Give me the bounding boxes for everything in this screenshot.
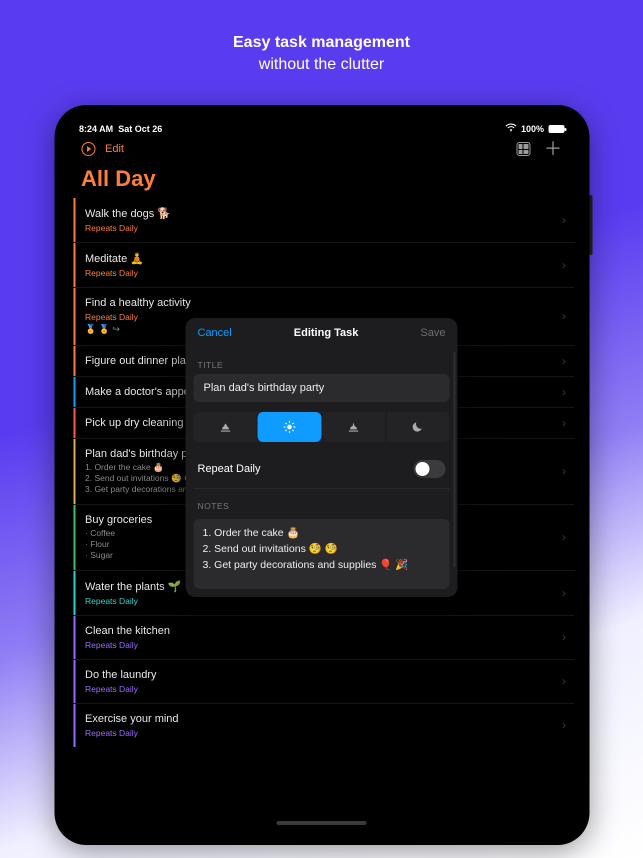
chevron-right-icon: › xyxy=(562,416,566,430)
task-repeats-label: Repeats Daily xyxy=(85,596,560,606)
section-label-notes: NOTES xyxy=(186,489,458,515)
section-label-title: TITLE xyxy=(186,348,458,374)
marketing-copy: Easy task management without the clutter xyxy=(0,32,643,76)
screen: 8:24 AM Sat Oct 26 100% xyxy=(69,120,574,830)
chevron-right-icon: › xyxy=(562,630,566,644)
repeat-daily-toggle[interactable] xyxy=(414,460,446,478)
notes-input[interactable]: 1. Order the cake 🎂 2. Send out invitati… xyxy=(194,519,450,589)
task-repeats-label: Repeats Daily xyxy=(85,684,560,694)
scrollbar[interactable] xyxy=(454,352,456,567)
task-row[interactable]: Clean the kitchen Repeats Daily› xyxy=(73,616,574,659)
modal-title: Editing Task xyxy=(294,327,359,339)
task-repeats-label: Repeats Daily xyxy=(85,223,560,233)
chevron-right-icon: › xyxy=(562,213,566,227)
battery-percent: 100% xyxy=(521,124,544,134)
task-repeats-label: Repeats Daily xyxy=(85,640,560,650)
repeat-daily-row: Repeat Daily xyxy=(194,456,450,489)
chevron-right-icon: › xyxy=(562,464,566,478)
task-repeats-label: Repeats Daily xyxy=(85,728,560,738)
chevron-right-icon: › xyxy=(562,354,566,368)
task-title: Clean the kitchen xyxy=(85,625,560,637)
sunset-icon xyxy=(347,420,361,434)
task-repeats-label: Repeats Daily xyxy=(85,268,560,278)
chevron-right-icon: › xyxy=(562,530,566,544)
task-title: Meditate 🧘 xyxy=(85,252,560,265)
task-title: Find a healthy activity xyxy=(85,297,560,309)
moon-icon xyxy=(411,420,425,434)
time-of-day-segmented xyxy=(194,412,450,442)
save-button[interactable]: Save xyxy=(420,327,445,339)
chevron-right-icon: › xyxy=(562,586,566,600)
add-button[interactable]: ＋ xyxy=(544,140,562,158)
status-bar: 8:24 AM Sat Oct 26 100% xyxy=(69,120,574,134)
task-title: Exercise your mind xyxy=(85,713,560,725)
segment-sunset[interactable] xyxy=(321,412,385,442)
sun-icon xyxy=(282,420,296,434)
chevron-right-icon: › xyxy=(562,674,566,688)
battery-icon xyxy=(548,125,564,133)
cancel-button[interactable]: Cancel xyxy=(198,327,232,339)
segment-sun[interactable] xyxy=(257,412,321,442)
status-time: 8:24 AM xyxy=(79,124,113,134)
wifi-icon xyxy=(506,123,517,134)
chevron-right-icon: › xyxy=(562,385,566,399)
task-title: Walk the dogs 🐕 xyxy=(85,207,560,220)
task-row[interactable]: Meditate 🧘 Repeats Daily› xyxy=(73,243,574,287)
status-date: Sat Oct 26 xyxy=(118,124,162,134)
home-indicator xyxy=(277,821,367,825)
task-title-input[interactable]: Plan dad's birthday party xyxy=(194,374,450,402)
chevron-right-icon: › xyxy=(562,309,566,323)
sunrise-icon xyxy=(218,420,232,434)
task-row[interactable]: Exercise your mind Repeats Daily› xyxy=(73,704,574,747)
segment-sunrise[interactable] xyxy=(194,412,257,442)
marketing-headline: Easy task management xyxy=(0,32,643,54)
task-row[interactable]: Walk the dogs 🐕 Repeats Daily› xyxy=(73,198,574,242)
repeat-daily-label: Repeat Daily xyxy=(198,463,261,475)
ipad-frame: 8:24 AM Sat Oct 26 100% xyxy=(54,105,589,845)
calendar-icon[interactable] xyxy=(516,142,530,156)
progress-ring-icon[interactable] xyxy=(81,142,95,156)
edit-button[interactable]: Edit xyxy=(105,143,124,155)
page-title: All Day xyxy=(69,160,574,198)
task-title: Do the laundry xyxy=(85,669,560,681)
edit-task-modal: Cancel Editing Task Save TITLE Plan dad'… xyxy=(186,318,458,597)
nav-bar: Edit ＋ xyxy=(69,134,574,160)
chevron-right-icon: › xyxy=(562,258,566,272)
marketing-subline: without the clutter xyxy=(0,54,643,76)
chevron-right-icon: › xyxy=(562,718,566,732)
task-row[interactable]: Do the laundry Repeats Daily› xyxy=(73,660,574,703)
segment-moon[interactable] xyxy=(385,412,449,442)
